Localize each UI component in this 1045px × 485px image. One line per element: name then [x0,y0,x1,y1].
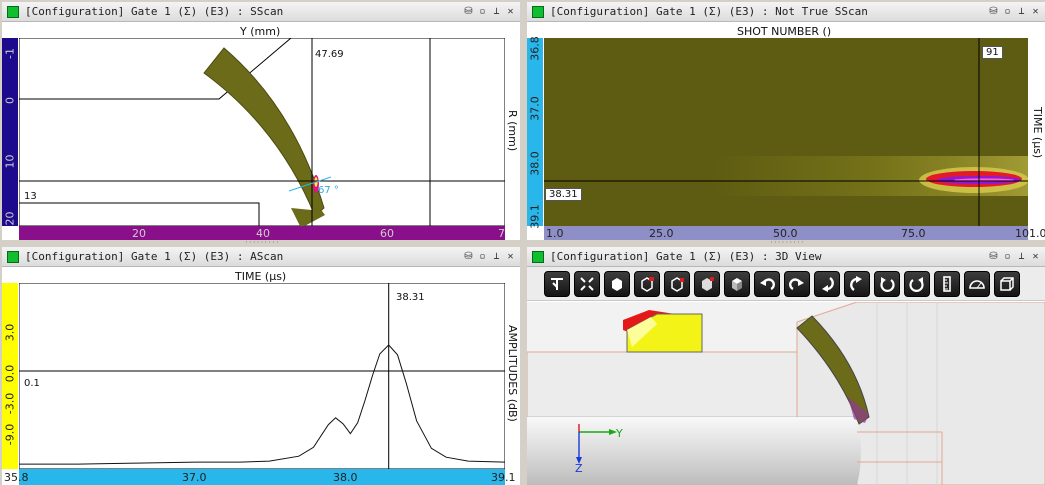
ascan-titlebar[interactable]: [Configuration] Gate 1 (Σ) (E3) : AScan … [2,247,520,267]
nscan-y-tick: 37.0 [528,96,542,121]
select-tool-icon[interactable] [544,270,570,297]
close-icon[interactable]: ✕ [1030,6,1041,18]
settings-icon[interactable]: ⛁ [463,251,474,263]
rotate-ccw-icon[interactable] [874,270,900,297]
pin-icon[interactable]: ⊥ [491,251,502,263]
nscan-cursor-y-value: 38.31 [545,188,582,201]
sscan-y-tick: 0 [3,97,17,104]
ascan-plot[interactable] [19,283,505,469]
ascan-y-tick: -3.0 [3,392,17,415]
restore-icon[interactable]: ▫ [1002,251,1013,263]
restore-icon[interactable]: ▫ [1002,6,1013,18]
ascan-title: [Configuration] Gate 1 (Σ) (E3) : AScan [25,250,284,263]
sscan-pane: [Configuration] Gate 1 (Σ) (E3) : SScan … [2,2,520,240]
nscan-title: [Configuration] Gate 1 (Σ) (E3) : Not Tr… [550,5,868,18]
nscan-cursor-x-value: 91 [982,46,1003,59]
sscan-x-axis-title: Y (mm) [240,25,281,38]
restore-icon[interactable]: ▫ [477,6,488,18]
pin-icon[interactable]: ⊥ [1016,251,1027,263]
sscan-titlebar[interactable]: [Configuration] Gate 1 (Σ) (E3) : SScan … [2,2,520,22]
sscan-y-tick: -1 [3,48,17,59]
close-icon[interactable]: ✕ [1030,251,1041,263]
view3d-titlebar[interactable]: [Configuration] Gate 1 (Σ) (E3) : 3D Vie… [527,247,1045,267]
active-indicator-icon [7,5,19,18]
axis-y-label: Y [616,427,623,440]
nscan-x-tick: 1.0 [546,227,564,240]
view3d-pane: [Configuration] Gate 1 (Σ) (E3) : 3D Vie… [527,247,1045,485]
settings-icon[interactable]: ⛁ [988,251,999,263]
nscan-y-axis[interactable] [527,38,543,226]
sscan-cursor-x-value: 47.69 [315,49,344,60]
ascan-y-axis-title: AMPLITUDES (dB) [506,325,519,422]
ascan-y-tick: -9.0 [3,423,17,446]
sscan-x-tick: 20 [132,227,146,240]
ascan-x-tick: 35.8 [4,471,29,484]
front-view-icon[interactable] [604,270,630,297]
rotate-down-icon[interactable] [814,270,840,297]
rotate-right-icon[interactable] [784,270,810,297]
view3d-toolbar [527,267,1045,301]
settings-icon[interactable]: ⛁ [988,6,999,18]
view3d-canvas[interactable] [527,302,1045,485]
sscan-y-tick: 20 [3,211,17,226]
protractor-icon[interactable] [964,270,990,297]
ascan-y-tick: 3.0 [3,323,17,342]
sscan-x-tick: 7 [498,227,505,240]
nscan-x-tick: 75.0 [901,227,926,240]
ascan-cursor-y-value: 0.1 [24,378,40,389]
iso-view-icon[interactable] [694,270,720,297]
ascan-x-tick: 39.1 [491,471,516,484]
nscan-y-axis-title: TIME (µs) [1031,107,1044,159]
active-indicator-icon [532,5,544,18]
ascan-pane: [Configuration] Gate 1 (Σ) (E3) : AScan … [2,247,520,485]
sscan-plot[interactable] [19,38,505,226]
sscan-y-axis[interactable] [2,38,18,226]
ascan-x-axis-title: TIME (µs) [235,270,287,283]
view3d-title: [Configuration] Gate 1 (Σ) (E3) : 3D Vie… [550,250,822,263]
pin-icon[interactable]: ⊥ [491,6,502,18]
nscan-x-axis-title: SHOT NUMBER () [737,25,832,38]
sscan-x-tick: 60 [380,227,394,240]
nscan-y-tick: 38.0 [528,151,542,176]
close-icon[interactable]: ✕ [505,6,516,18]
ascan-y-tick: 0.0 [3,364,17,383]
nscan-pane: [Configuration] Gate 1 (Σ) (E3) : Not Tr… [527,2,1045,240]
pin-icon[interactable]: ⊥ [1016,6,1027,18]
top-view-icon[interactable] [664,270,690,297]
nscan-y-tick: 36.8 [528,36,542,61]
ascan-x-axis[interactable] [19,469,505,485]
active-indicator-icon [7,250,19,263]
ascan-cursor-x-value: 38.31 [396,292,425,303]
side-view-icon[interactable] [634,270,660,297]
box-view-icon[interactable] [994,270,1020,297]
sscan-y-tick: 10 [3,154,17,169]
ascan-x-tick: 38.0 [333,471,358,484]
sscan-cursor-y-value: 13 [24,191,37,202]
nscan-x-tick: 25.0 [649,227,674,240]
nscan-plot[interactable] [544,38,1028,226]
ascan-x-tick: 37.0 [182,471,207,484]
nscan-x-tick: 101.0 [1015,227,1045,240]
rotate-left-icon[interactable] [754,270,780,297]
restore-icon[interactable]: ▫ [477,251,488,263]
ruler-icon[interactable] [934,270,960,297]
beam-angle-value: 67 ° [318,185,339,196]
rotate-up-icon[interactable] [844,270,870,297]
active-indicator-icon [532,250,544,263]
3d-cube-icon[interactable] [724,270,750,297]
nscan-titlebar[interactable]: [Configuration] Gate 1 (Σ) (E3) : Not Tr… [527,2,1045,22]
settings-icon[interactable]: ⛁ [463,6,474,18]
close-icon[interactable]: ✕ [505,251,516,263]
nscan-y-tick: 39.1 [528,204,542,229]
rotate-cw-icon[interactable] [904,270,930,297]
sscan-title: [Configuration] Gate 1 (Σ) (E3) : SScan [25,5,284,18]
vertical-splitter[interactable] [520,0,527,485]
sscan-y-axis-title: R (mm) [506,110,519,152]
axis-z-label: Z [575,462,583,475]
fit-view-icon[interactable] [574,270,600,297]
